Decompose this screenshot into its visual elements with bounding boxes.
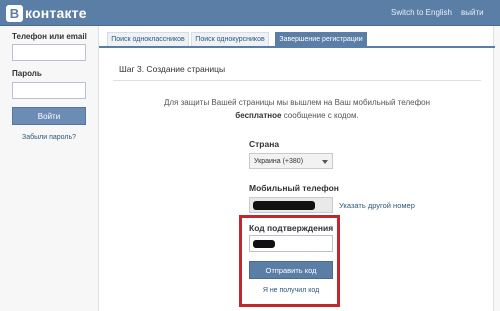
country-select[interactable]: Украина (+380): [249, 153, 333, 169]
country-label: Страна: [249, 139, 280, 149]
code-label: Код подтверждения: [249, 223, 334, 233]
logo-text: контакте: [25, 5, 87, 21]
login-input[interactable]: [12, 44, 86, 61]
logout-link[interactable]: выйти: [461, 8, 484, 17]
login-label: Телефон или email: [12, 32, 87, 41]
tab-classmates[interactable]: Поиск одноклассников: [107, 32, 189, 46]
forgot-password-link[interactable]: Забыли пароль?: [22, 134, 76, 141]
redacted-code: [253, 240, 275, 248]
chevron-down-icon: [322, 160, 328, 164]
tab-finish-registration[interactable]: Завершение регистрации: [275, 32, 367, 46]
phone-input[interactable]: [249, 197, 333, 213]
info-text: Для защиты Вашей страницы мы вышлем на В…: [139, 96, 455, 122]
info-bold: бесплатное: [235, 111, 282, 120]
divider: [113, 80, 481, 81]
password-input[interactable]: [12, 82, 86, 99]
info-line2: сообщение с кодом.: [283, 111, 359, 120]
logo-letter: B: [6, 4, 23, 22]
vk-logo[interactable]: B контакте: [6, 4, 87, 22]
redacted-phone: [253, 201, 315, 210]
login-sidebar: Телефон или email Пароль Войти Забыли па…: [0, 26, 98, 311]
info-line1: Для защиты Вашей страницы мы вышлем на В…: [163, 98, 431, 107]
tab-bar: Поиск одноклассников Поиск однокурсников…: [99, 32, 495, 48]
country-value: Украина (+380): [254, 157, 304, 165]
main-panel: Поиск одноклассников Поиск однокурсников…: [98, 26, 495, 311]
password-label: Пароль: [12, 69, 42, 78]
tab-coursemates[interactable]: Поиск однокурсников: [191, 32, 269, 46]
step-title: Шаг 3. Создание страницы: [119, 64, 226, 74]
login-button[interactable]: Войти: [12, 107, 86, 125]
no-code-link[interactable]: Я не получил код: [249, 287, 333, 294]
top-header: B контакте Switch to English выйти: [0, 0, 500, 26]
phone-label: Мобильный телефон: [249, 183, 339, 193]
send-code-button[interactable]: Отправить код: [249, 261, 333, 279]
switch-language-link[interactable]: Switch to English: [391, 8, 452, 17]
other-number-link[interactable]: Указать другой номер: [339, 201, 415, 210]
confirmation-code-input[interactable]: [249, 235, 333, 252]
